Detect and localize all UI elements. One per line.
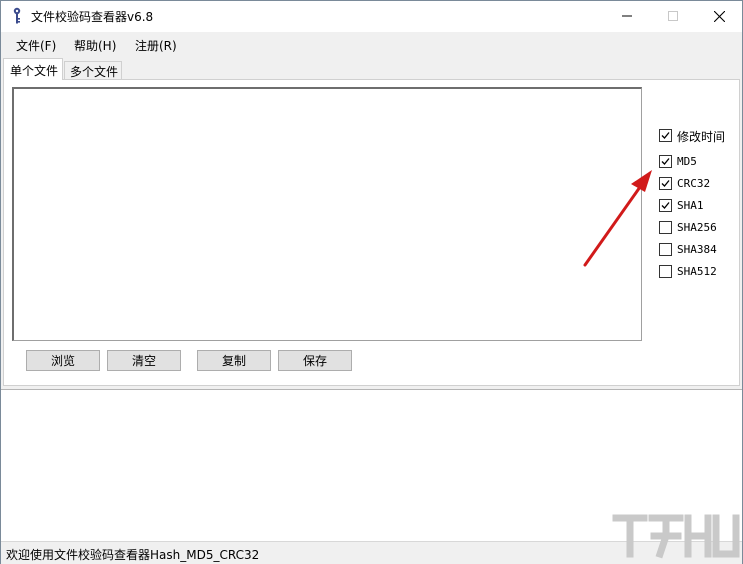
- tab-single-file[interactable]: 单个文件: [3, 58, 63, 80]
- close-button[interactable]: [696, 1, 742, 31]
- checkmark-icon: [661, 132, 670, 139]
- menu-register[interactable]: 注册(R): [135, 37, 177, 54]
- checkbox[interactable]: [659, 177, 672, 190]
- option-label: SHA512: [677, 265, 717, 278]
- key-icon: [13, 7, 21, 24]
- browse-button[interactable]: 浏览: [26, 350, 100, 371]
- checkmark-icon: [661, 158, 670, 165]
- checkbox[interactable]: [659, 155, 672, 168]
- option-label: MD5: [677, 155, 697, 168]
- status-text: 欢迎使用文件校验码查看器Hash_MD5_CRC32: [6, 548, 260, 562]
- option-label: 修改时间: [677, 130, 726, 144]
- menu-file[interactable]: 文件(F): [16, 37, 56, 54]
- option-label: SHA1: [677, 199, 704, 212]
- app-window: 文件校验码查看器v6.8 文件(F) 帮助(H) 注册(R) 单个文件 多个文件…: [0, 0, 743, 564]
- option-label: SHA384: [677, 243, 717, 256]
- clear-button[interactable]: 清空: [107, 350, 181, 371]
- title-bar[interactable]: 文件校验码查看器v6.8: [1, 1, 742, 31]
- option-label: SHA256: [677, 221, 717, 234]
- checkbox[interactable]: [659, 265, 672, 278]
- window-title: 文件校验码查看器v6.8: [31, 10, 154, 24]
- option-label: CRC32: [677, 177, 711, 190]
- checkbox[interactable]: [659, 221, 672, 234]
- close-icon: [713, 10, 725, 22]
- menu-bar: 文件(F) 帮助(H) 注册(R): [1, 32, 742, 56]
- checkbox[interactable]: [659, 243, 672, 256]
- maximize-button[interactable]: [650, 1, 696, 31]
- watermark-logo: [612, 514, 740, 559]
- menu-help[interactable]: 帮助(H): [74, 37, 116, 54]
- minimize-button[interactable]: [604, 1, 650, 31]
- maximize-icon: [668, 11, 678, 21]
- minimize-icon: [622, 15, 632, 17]
- copy-button[interactable]: 复制: [197, 350, 271, 371]
- checkbox[interactable]: [659, 199, 672, 212]
- hash-output-area[interactable]: [12, 87, 642, 341]
- checkmark-icon: [661, 180, 670, 187]
- save-button[interactable]: 保存: [278, 350, 352, 371]
- tab-multiple-files[interactable]: 多个文件: [64, 61, 122, 80]
- checkbox[interactable]: [659, 129, 672, 142]
- checkmark-icon: [661, 202, 670, 209]
